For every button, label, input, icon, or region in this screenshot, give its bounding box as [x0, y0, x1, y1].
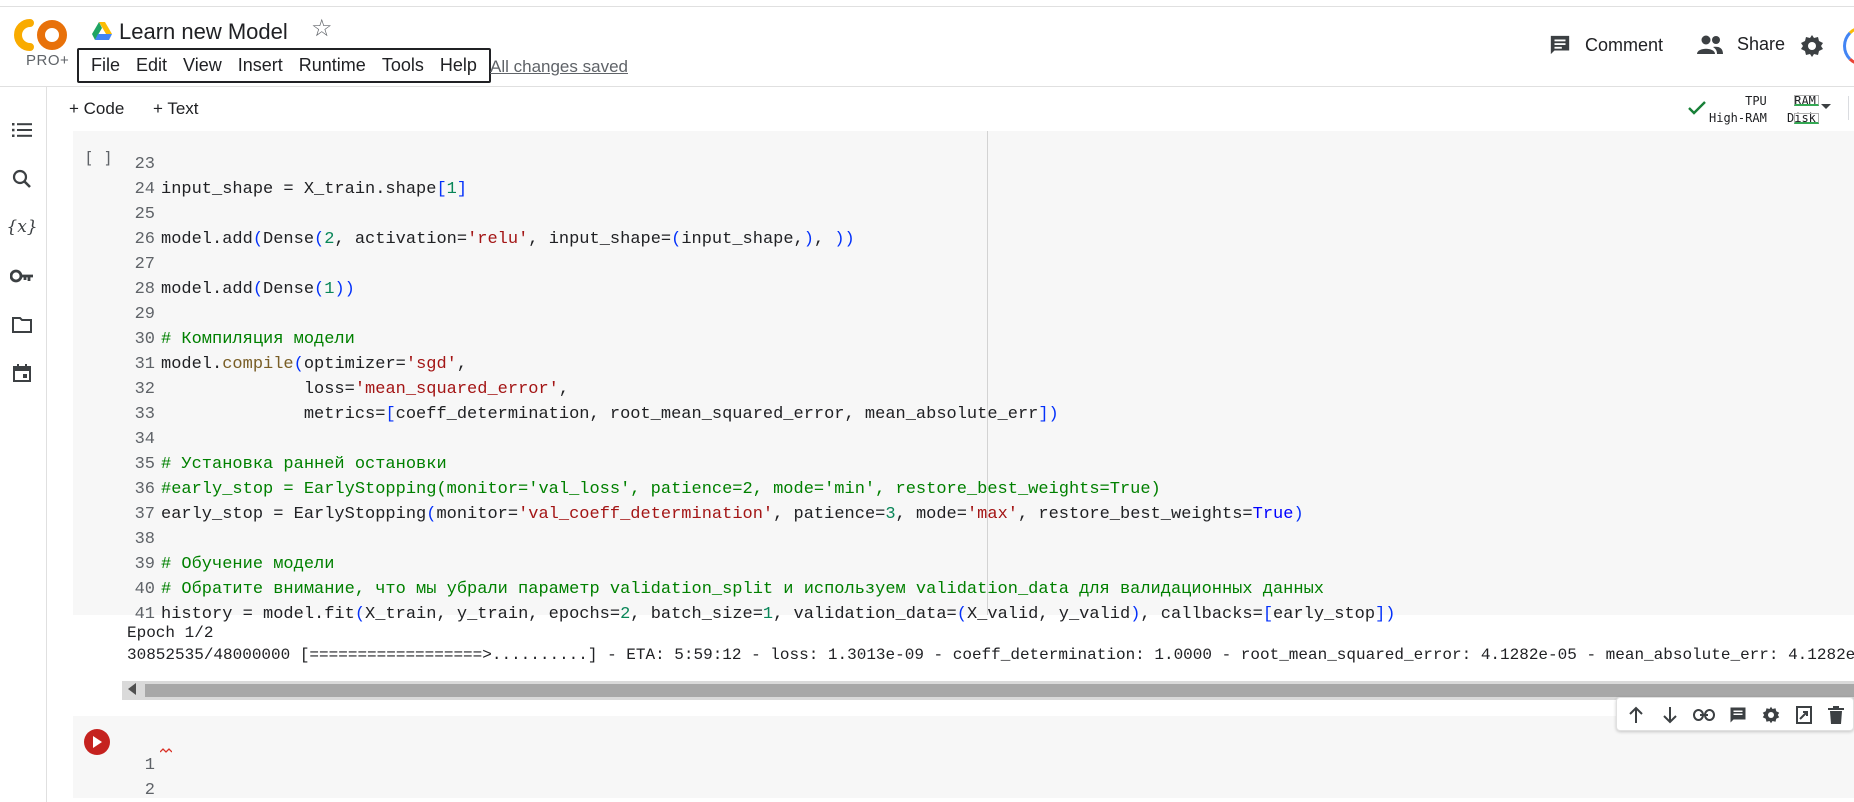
code-line[interactable]: 38 # Обучение модели: [73, 502, 1854, 574]
code-line[interactable]: 26: [73, 202, 1854, 249]
save-status-link[interactable]: All changes saved: [490, 57, 628, 77]
code-line[interactable]: 34 # Установка ранней остановки: [73, 402, 1854, 474]
menu-edit[interactable]: Edit: [128, 50, 175, 81]
left-sidebar: {x}: [0, 87, 47, 802]
menu-help[interactable]: Help: [432, 50, 485, 81]
code-line[interactable]: 40 history = model.fit(X_train, y_train,…: [73, 552, 1854, 624]
menu-bar: File Edit View Insert Runtime Tools Help: [77, 48, 491, 83]
code-text: history = model.fit(X_train, y_train, ep…: [161, 605, 1396, 624]
comment-label: Comment: [1585, 34, 1664, 55]
code-line[interactable]: 29 # Компиляция модели: [73, 277, 1854, 349]
code-line[interactable]: 27 model.add(Dense(1)): [73, 227, 1854, 299]
code-line[interactable]: 36 early_stop = EarlyStopping(monitor='v…: [73, 452, 1854, 524]
comment-icon: [1550, 35, 1570, 55]
code-line[interactable]: 41: [73, 577, 1854, 624]
add-text-button[interactable]: + Text: [153, 99, 199, 119]
code-line[interactable]: 1: [73, 728, 1854, 775]
mirror-cell-icon[interactable]: [1793, 704, 1815, 726]
menu-view[interactable]: View: [175, 50, 230, 81]
menu-file[interactable]: File: [83, 50, 128, 81]
google-drive-icon[interactable]: [92, 22, 112, 40]
notebook-toolbar: + Code + Text TPU High-RAM RAM Disk: [47, 87, 1854, 131]
colab-logo[interactable]: [14, 18, 70, 52]
scrollbar-thumb[interactable]: [145, 684, 1854, 697]
delete-icon[interactable]: [1825, 704, 1847, 726]
code-line[interactable]: 30 model.compile(optimizer='sgd',: [73, 302, 1854, 374]
share-button[interactable]: Share: [1697, 34, 1785, 55]
menu-insert[interactable]: Insert: [230, 50, 291, 81]
output-progress: 30852535/48000000 [==================>..…: [127, 646, 1854, 664]
link-icon[interactable]: [1693, 704, 1715, 726]
ram-usage-bar[interactable]: [1794, 95, 1819, 106]
search-icon[interactable]: [10, 167, 34, 191]
pro-plus-badge: PRO+: [26, 52, 70, 69]
toc-icon[interactable]: [10, 118, 34, 142]
disk-usage-bar[interactable]: [1794, 113, 1819, 124]
line-number: 2: [144, 781, 155, 800]
caret-down-icon[interactable]: [1819, 102, 1833, 112]
comment-icon[interactable]: [1727, 704, 1749, 726]
code-line[interactable]: 24: [73, 152, 1854, 199]
code-line[interactable]: 35 #early_stop = EarlyStopping(monitor='…: [73, 427, 1854, 499]
code-line[interactable]: 39 # Обратите внимание, что мы убрали па…: [73, 527, 1854, 599]
toolbar-separator: [1848, 96, 1849, 120]
secrets-key-icon[interactable]: [10, 264, 34, 288]
user-avatar[interactable]: [1843, 26, 1854, 66]
code-line[interactable]: 37: [73, 477, 1854, 524]
files-folder-icon[interactable]: [10, 313, 34, 337]
share-label: Share: [1737, 34, 1786, 54]
cell-settings-icon[interactable]: [1760, 704, 1782, 726]
output-epoch: Epoch 1/2: [127, 624, 214, 642]
variables-icon[interactable]: {x}: [6, 215, 37, 239]
move-up-icon[interactable]: [1625, 704, 1647, 726]
cell-action-toolbar: [1616, 697, 1854, 731]
runtime-info[interactable]: TPU High-RAM: [1709, 93, 1767, 127]
calendar-icon[interactable]: [10, 361, 34, 385]
connected-check-icon: [1688, 101, 1706, 115]
runtime-mode-label: High-RAM: [1709, 111, 1767, 125]
move-down-icon[interactable]: [1659, 704, 1681, 726]
add-code-button[interactable]: + Code: [69, 99, 124, 119]
runtime-type-label: TPU: [1745, 94, 1767, 108]
notebook-title[interactable]: Learn new Model: [119, 19, 288, 45]
people-icon: [1697, 35, 1723, 54]
star-icon[interactable]: ☆: [311, 17, 333, 41]
code-line[interactable]: 2 model.save("awesome_model_v17.keras"): [73, 753, 1854, 800]
code-line[interactable]: 33: [73, 377, 1854, 424]
code-line[interactable]: 32 metrics=[coeff_determination, root_me…: [73, 352, 1854, 424]
code-line[interactable]: 23 input_shape = X_train.shape[1]: [73, 127, 1854, 199]
scroll-left-icon[interactable]: [128, 683, 136, 695]
code-line[interactable]: 28: [73, 252, 1854, 299]
menu-tools[interactable]: Tools: [374, 50, 432, 81]
code-line[interactable]: 25 model.add(Dense(2, activation='relu',…: [73, 177, 1854, 249]
settings-gear-icon[interactable]: [1800, 34, 1824, 58]
code-line[interactable]: 31 loss='mean_squared_error',: [73, 327, 1854, 399]
top-divider: [0, 6, 1854, 7]
menu-runtime[interactable]: Runtime: [291, 50, 374, 81]
comment-button[interactable]: Comment: [1549, 34, 1663, 56]
app-header: PRO+ Learn new Model ☆ File Edit View In…: [0, 0, 1854, 86]
